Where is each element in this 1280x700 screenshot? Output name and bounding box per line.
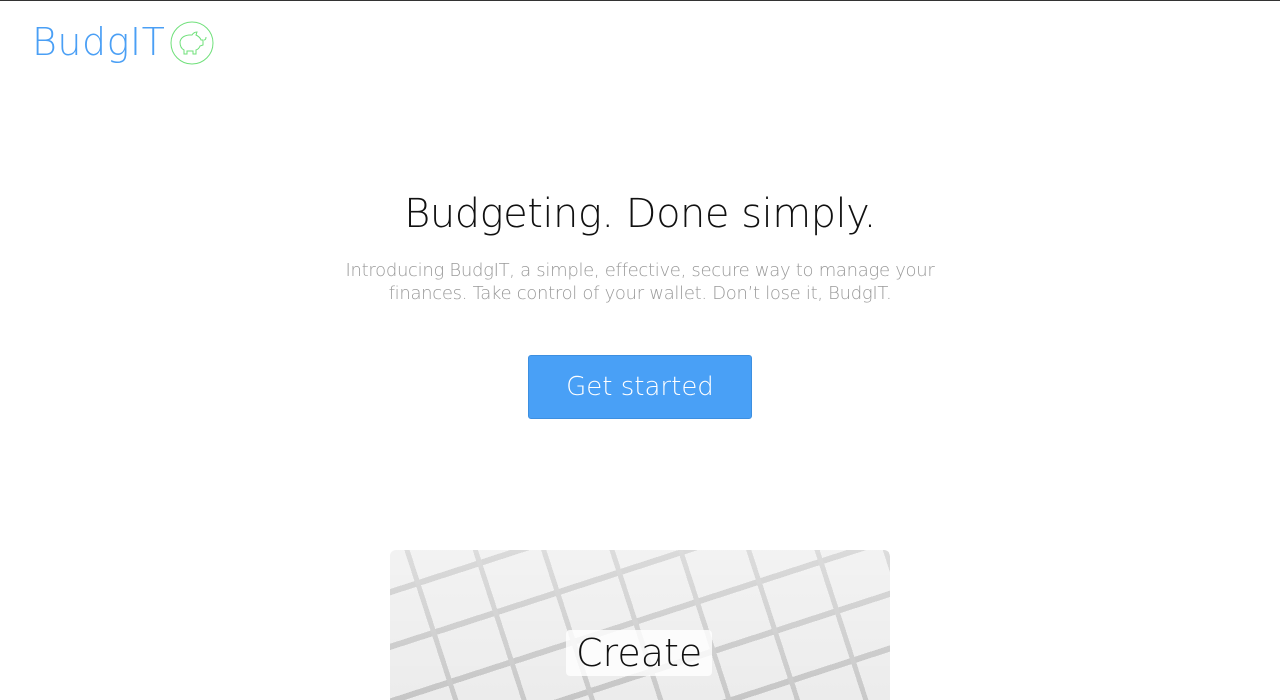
get-started-button[interactable]: Get started <box>528 355 752 419</box>
brand-logo[interactable]: BudgIT <box>32 19 214 65</box>
create-card-label: Create <box>566 630 713 676</box>
hero-title: Budgeting. Done simply. <box>404 191 876 237</box>
keyboard-image <box>390 550 890 700</box>
hero-subtitle: Introducing BudgIT, a simple, effective,… <box>345 260 935 304</box>
create-card[interactable]: Create <box>390 550 890 700</box>
piggy-bank-icon <box>170 21 214 65</box>
brand-name: BudgIT <box>32 20 166 64</box>
